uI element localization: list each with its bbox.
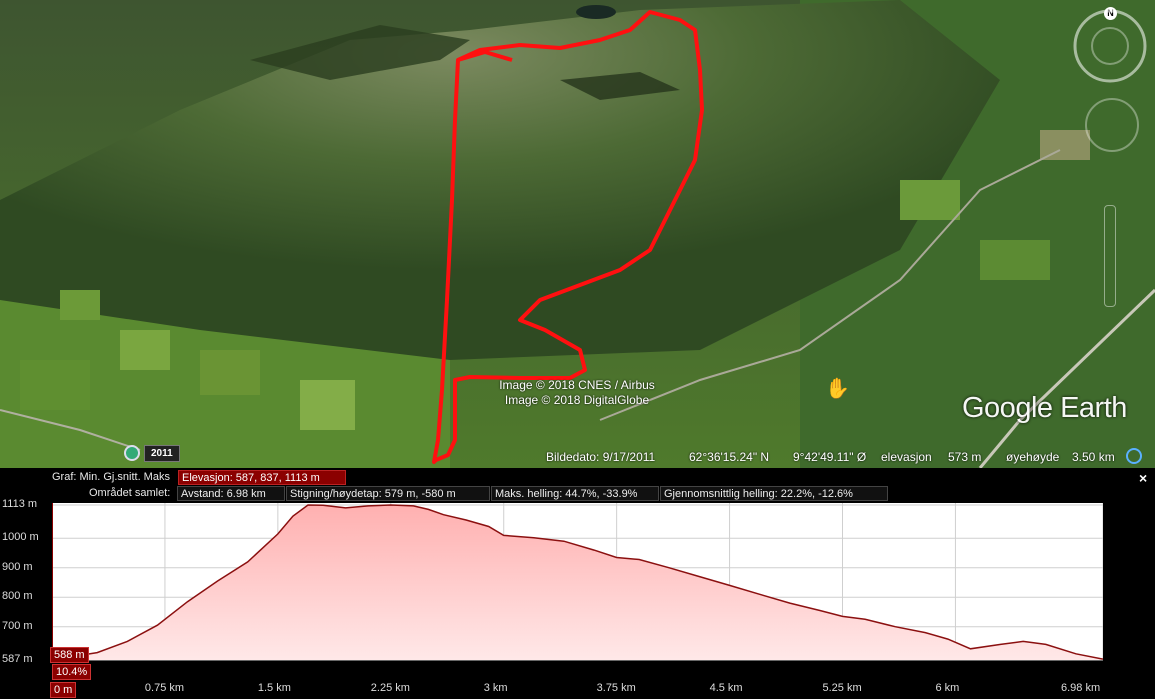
sun-icon[interactable] <box>1126 448 1142 464</box>
y-tick-label: 700 m <box>2 619 33 632</box>
stat-max-slope: Maks. helling: 44.7%, -33.9% <box>491 486 659 501</box>
x-tick-label: 3.75 km <box>596 682 636 694</box>
elevation-value: 573 m <box>948 450 982 464</box>
cursor-slope-badge: 10.4% <box>52 664 92 680</box>
attribution-line-1: Image © 2018 CNES / Airbus <box>499 378 655 392</box>
google-earth-logo: Google Earth <box>962 392 1127 424</box>
stat-gain-loss: Stigning/høydetap: 579 m, -580 m <box>286 486 490 501</box>
zoom-slider[interactable] <box>1104 205 1116 307</box>
elevation-profile-panel: Graf: Min. Gj.snitt. Maks Elevasjon: 587… <box>0 468 1155 699</box>
y-tick-label: 900 m <box>2 560 33 573</box>
cursor-distance-badge: 0 m <box>50 682 77 698</box>
elevation-label: elevasjon <box>881 450 932 464</box>
stat-distance: Avstand: 6.98 km <box>177 486 285 501</box>
x-tick-label: 5.25 km <box>822 682 862 694</box>
y-tick-label: 1000 m <box>2 531 39 544</box>
x-tick-label: 2.25 km <box>370 682 410 694</box>
graph-label: Graf: Min. Gj.snitt. Maks <box>52 471 170 483</box>
elevation-chart[interactable] <box>52 503 1103 683</box>
status-bar: Bildedato: 9/17/2011 62°36'15.24" N 9°42… <box>0 446 1155 468</box>
eye-altitude-label: øyehøyde <box>1006 450 1060 464</box>
imagery-attribution: Image © 2018 CNES / Airbus Image © 2018 … <box>492 378 662 408</box>
close-icon[interactable]: × <box>1139 470 1147 486</box>
x-tick-label: 6 km <box>935 682 960 694</box>
x-tick-label: 1.5 km <box>257 682 291 694</box>
hand-cursor-icon: ✋ <box>825 378 850 400</box>
attribution-line-2: Image © 2018 DigitalGlobe <box>504 393 650 407</box>
elevation-summary[interactable]: Elevasjon: 587, 837, 1113 m <box>178 470 346 485</box>
stat-avg-slope: Gjennomsnittlig helling: 22.2%, -12.6% <box>660 486 888 501</box>
y-tick-label: 800 m <box>2 590 33 603</box>
look-joystick-icon[interactable] <box>1082 95 1142 155</box>
map-view[interactable]: N Image © 2018 CNES / Airbus Image © 201… <box>0 0 1155 468</box>
x-tick-label: 3 km <box>483 682 508 694</box>
selected-area-label: Området samlet: <box>89 487 171 499</box>
longitude: 9°42'49.11" Ø <box>793 450 867 464</box>
latitude: 62°36'15.24" N <box>689 450 770 464</box>
image-date: Bildedato: 9/17/2011 <box>546 450 656 464</box>
y-tick-label: 1113 m <box>2 498 38 510</box>
x-tick-label: 0.75 km <box>144 682 185 694</box>
compass-ring-icon[interactable] <box>1072 8 1148 84</box>
x-tick-label: 6.98 km <box>1061 682 1101 694</box>
x-tick-label: 4.5 km <box>709 682 743 694</box>
eye-altitude-value: 3.50 km <box>1072 450 1115 464</box>
cursor-elevation-badge: 588 m <box>50 647 89 663</box>
y-tick-label: 587 m <box>2 653 33 665</box>
